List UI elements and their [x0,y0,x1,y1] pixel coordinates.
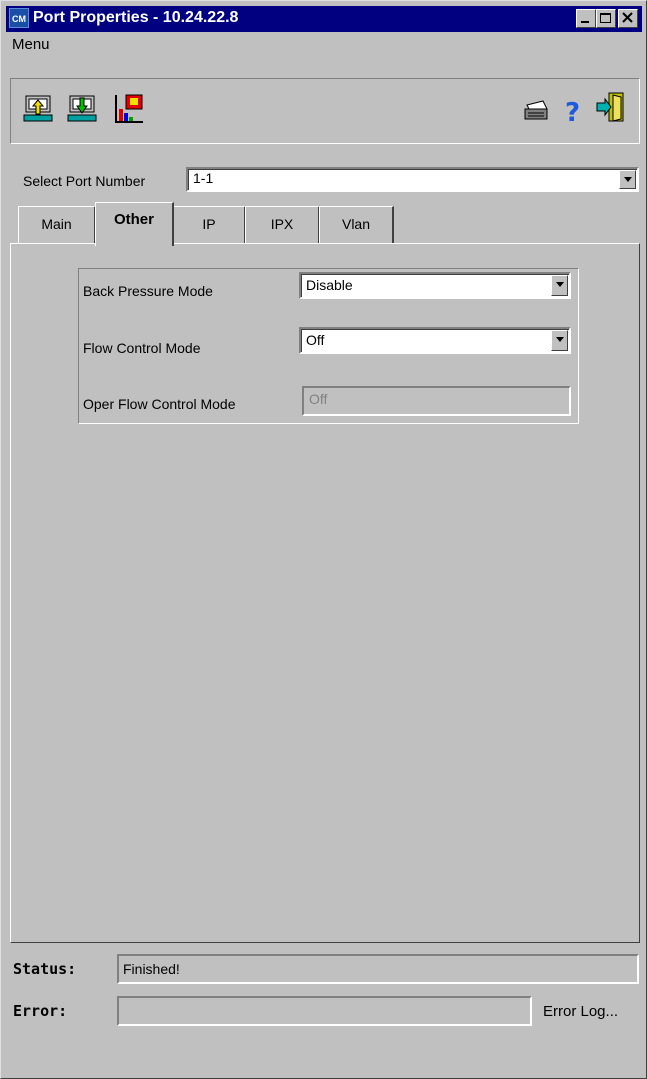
printer-icon[interactable] [521,95,553,127]
flow-control-value: Off [306,332,325,348]
tab-main-label: Main [41,216,72,232]
exit-door-icon[interactable] [595,91,627,123]
close-button[interactable] [618,9,638,28]
chevron-down-icon[interactable] [619,170,636,189]
tab-other[interactable]: Other [95,202,174,246]
close-icon [622,12,633,23]
chevron-down-icon[interactable] [551,275,568,296]
tab-ip[interactable]: IP [173,206,246,244]
download-config-icon[interactable] [67,93,99,125]
tab-ip-label: IP [202,216,216,232]
tab-main[interactable]: Main [18,206,96,244]
port-number-value: 1-1 [193,170,214,186]
back-pressure-value: Disable [306,277,353,293]
oper-flow-control-field: Off [302,386,571,416]
tab-other-label: Other [113,211,154,228]
back-pressure-select[interactable]: Disable [299,272,571,299]
chart-statistics-icon[interactable] [113,93,145,125]
maximize-button[interactable] [596,9,616,28]
tab-vlan[interactable]: Vlan [319,206,394,244]
minimize-icon [581,21,589,23]
oper-flow-control-value: Off [309,391,328,407]
app-icon: CM [9,8,29,28]
status-label: Status: [13,960,77,978]
port-number-select[interactable]: 1-1 [186,167,639,192]
title-bar[interactable]: CM Port Properties - 10.24.22.8 [6,6,642,32]
status-field: Finished! [117,954,639,984]
oper-flow-control-label: Oper Flow Control Mode [83,396,236,412]
select-port-label: Select Port Number [23,173,146,189]
flow-control-select[interactable]: Off [299,327,571,354]
back-pressure-label: Back Pressure Mode [83,283,213,299]
error-label: Error: [13,1002,68,1020]
tab-ipx-label: IPX [270,216,294,232]
svg-text:?: ? [565,98,580,127]
error-log-link[interactable]: Error Log... [543,1003,618,1020]
status-value: Finished! [123,961,180,977]
toolbar: ? [10,78,640,144]
window-title: Port Properties - 10.24.22.8 [33,9,239,26]
upload-config-icon[interactable] [23,93,55,125]
tab-vlan-label: Vlan [341,216,371,232]
menu-item[interactable]: Menu [12,36,50,53]
help-icon[interactable]: ? [557,95,589,127]
maximize-icon [600,13,611,23]
minimize-button[interactable] [576,9,596,28]
error-field [117,996,532,1026]
tab-ipx[interactable]: IPX [245,206,320,244]
chevron-down-icon[interactable] [551,330,568,351]
flow-control-label: Flow Control Mode [83,340,201,356]
